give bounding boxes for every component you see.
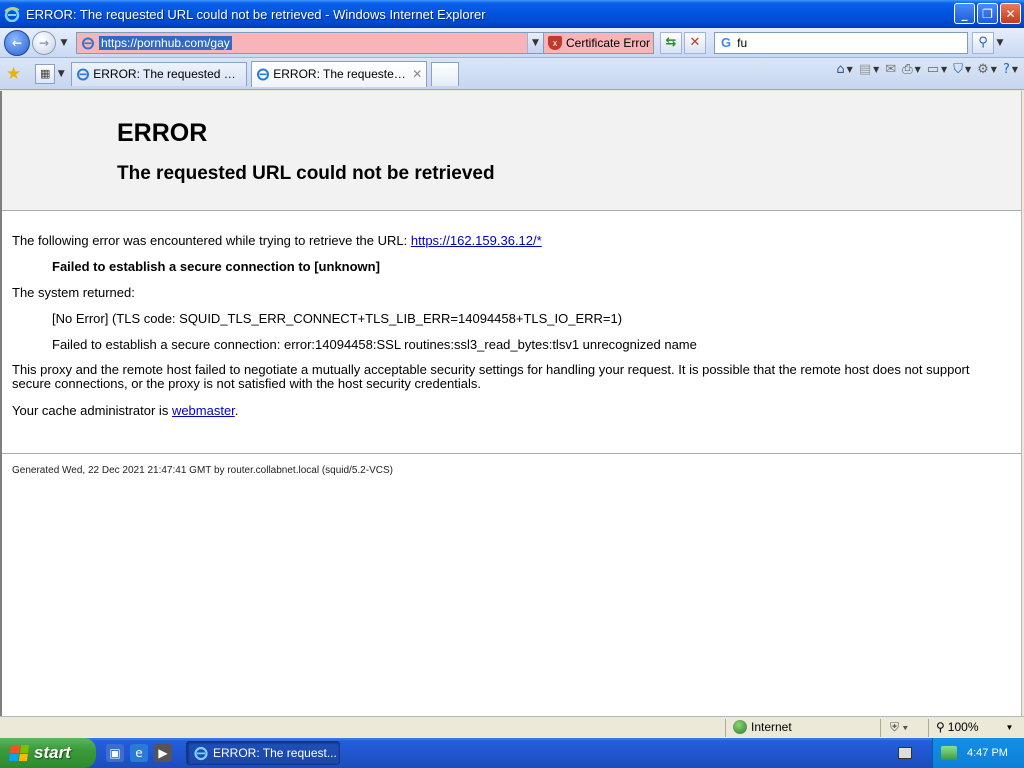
admin-prefix: Your cache administrator is xyxy=(12,403,172,418)
intro-text: The following error was encountered whil… xyxy=(12,233,411,248)
tab-2-active[interactable]: ERROR: The requested U... ✕ xyxy=(251,60,428,87)
tab-label: ERROR: The requested U... xyxy=(273,67,409,81)
task-label: ERROR: The request... xyxy=(213,746,337,760)
zoom-icon: ⚲ xyxy=(936,720,945,734)
taskbar: start ▣ e ▶ ERROR: The request... 4:47 P… xyxy=(0,738,1024,768)
ie-tab-icon xyxy=(77,68,90,81)
error-subheading: The requested URL could not be retrieved xyxy=(117,163,495,184)
ie-quicklaunch-icon[interactable]: e xyxy=(130,744,148,762)
tab-label: ERROR: The requested URL ... xyxy=(93,67,242,81)
zone-label: Internet xyxy=(751,720,792,734)
recent-pages-dropdown[interactable]: ▼ xyxy=(58,38,70,48)
network-icon[interactable] xyxy=(941,746,957,760)
explanation: This proxy and the remote host failed to… xyxy=(12,362,970,391)
home-button[interactable]: ⌂ ▼ xyxy=(836,62,852,77)
feeds-button[interactable]: ▤ ▼ xyxy=(859,62,879,77)
zoom-control[interactable]: ⚲ 100% ▼ xyxy=(936,720,1013,734)
help-button[interactable]: ? ▼ xyxy=(1003,62,1018,77)
status-bar: Internet ⛨ ▾ ⚲ 100% ▼ xyxy=(0,716,1024,738)
search-input[interactable]: fu xyxy=(737,36,747,50)
page-content: ERROR The requested URL could not be ret… xyxy=(0,91,1022,716)
status-divider xyxy=(725,719,726,737)
new-tab-button[interactable] xyxy=(431,61,460,86)
read-mail-icon: ✉ xyxy=(885,62,897,77)
protected-mode-icon[interactable]: ⛨ ▾ xyxy=(890,720,908,735)
system-returned: The system returned: xyxy=(12,285,135,300)
keyboard-icon[interactable] xyxy=(898,747,912,759)
stop-button[interactable]: ✕ xyxy=(684,31,706,54)
safety-icon: ⛉ xyxy=(953,62,963,77)
google-icon: G xyxy=(721,35,732,50)
security-zone[interactable]: Internet xyxy=(733,720,792,734)
ie-task-icon xyxy=(194,746,208,761)
rss-feeds-icon: ▤ xyxy=(858,62,872,77)
windows-logo-icon xyxy=(8,745,30,761)
print-button[interactable]: ⎙ ▼ xyxy=(902,62,921,77)
window-controls: _ ❐ ✕ xyxy=(954,3,1021,24)
quick-launch: ▣ e ▶ xyxy=(106,744,172,762)
retrieve-url-link[interactable]: https://162.159.36.12/* xyxy=(411,233,542,248)
failed-message: Failed to establish a secure connection … xyxy=(52,259,380,274)
navigation-bar: ← → ▼ https://pornhub.com/gay ▼ x Certif… xyxy=(0,28,1024,58)
address-dropdown-button[interactable]: ▼ xyxy=(527,32,543,53)
safety-button[interactable]: ⛉ ▼ xyxy=(953,62,971,77)
page-menu-button[interactable]: ▭ ▼ xyxy=(927,62,947,77)
tab-1[interactable]: ERROR: The requested URL ... xyxy=(71,61,248,86)
intro-line: The following error was encountered whil… xyxy=(12,233,542,248)
zoom-dropdown-icon: ▼ xyxy=(1005,722,1014,732)
admin-line: Your cache administrator is webmaster. xyxy=(12,403,238,418)
forward-button[interactable]: → xyxy=(32,30,56,55)
status-divider xyxy=(880,719,881,737)
shield-error-icon: x xyxy=(548,35,562,50)
search-options-dropdown[interactable]: ▼ xyxy=(994,38,1006,48)
tab-list-dropdown[interactable]: ▼ xyxy=(55,69,67,79)
window-title: ERROR: The requested URL could not be re… xyxy=(26,6,486,22)
tools-gear-icon: ⚙ xyxy=(977,62,989,77)
help-icon: ? xyxy=(1002,62,1010,77)
minimize-button[interactable]: _ xyxy=(954,3,975,24)
zoom-level: 100% xyxy=(947,720,979,734)
close-tab-icon[interactable]: ✕ xyxy=(412,67,422,81)
system-tray: 4:47 PM xyxy=(932,738,1024,768)
media-player-icon[interactable]: ▶ xyxy=(154,744,172,762)
certificate-error-button[interactable]: x Certificate Error xyxy=(544,31,654,54)
maximize-button[interactable]: ❐ xyxy=(977,3,998,24)
footer-generated: Generated Wed, 22 Dec 2021 21:47:41 GMT … xyxy=(12,465,393,476)
start-button[interactable]: start xyxy=(0,738,96,768)
search-box[interactable]: G fu xyxy=(714,31,968,54)
error-header: ERROR The requested URL could not be ret… xyxy=(2,91,1021,211)
address-bar[interactable]: https://pornhub.com/gay ▼ xyxy=(76,31,544,54)
globe-icon xyxy=(733,720,747,734)
tools-button[interactable]: ⚙ ▼ xyxy=(977,62,997,77)
ie-tab-icon xyxy=(257,68,270,81)
favorites-star-icon[interactable]: ★ xyxy=(6,64,21,84)
certificate-error-label: Certificate Error xyxy=(566,35,651,50)
error-heading: ERROR xyxy=(117,119,208,147)
print-icon: ⎙ xyxy=(902,62,913,77)
ie-logo-icon xyxy=(4,7,20,22)
ssl-error: Failed to establish a secure connection:… xyxy=(52,337,697,352)
taskbar-ie-window[interactable]: ERROR: The request... xyxy=(186,741,340,765)
footer-divider xyxy=(2,453,1021,454)
admin-suffix: . xyxy=(234,403,239,418)
home-icon: ⌂ xyxy=(836,62,845,77)
clock[interactable]: 4:47 PM xyxy=(967,747,1008,759)
status-divider xyxy=(928,719,929,737)
close-window-button[interactable]: ✕ xyxy=(1000,3,1021,24)
show-desktop-icon[interactable]: ▣ xyxy=(106,744,124,762)
refresh-button[interactable]: ⇆ xyxy=(660,31,682,54)
tls-code: [No Error] (TLS code: SQUID_TLS_ERR_CONN… xyxy=(52,311,623,326)
search-button[interactable]: ⚲ xyxy=(972,31,994,54)
start-label: start xyxy=(34,743,71,762)
window-titlebar[interactable]: ERROR: The requested URL could not be re… xyxy=(0,0,1024,28)
tab-bar: ★ ▦ ▼ ERROR: The requested URL ... ERROR… xyxy=(0,58,1024,90)
read-mail-button[interactable]: ✉ xyxy=(885,62,896,77)
quick-tabs-button[interactable]: ▦ xyxy=(35,63,56,84)
back-button[interactable]: ← xyxy=(4,29,30,56)
page-icon xyxy=(82,37,94,49)
address-url[interactable]: https://pornhub.com/gay xyxy=(99,35,232,50)
command-bar: ⌂ ▼ ▤ ▼ ✉ ⎙ ▼ ▭ ▼ ⛉ ▼ ⚙ ▼ ? ▼ xyxy=(836,62,1018,77)
page-menu-icon: ▭ xyxy=(926,62,940,77)
webmaster-link[interactable]: webmaster xyxy=(172,403,235,418)
